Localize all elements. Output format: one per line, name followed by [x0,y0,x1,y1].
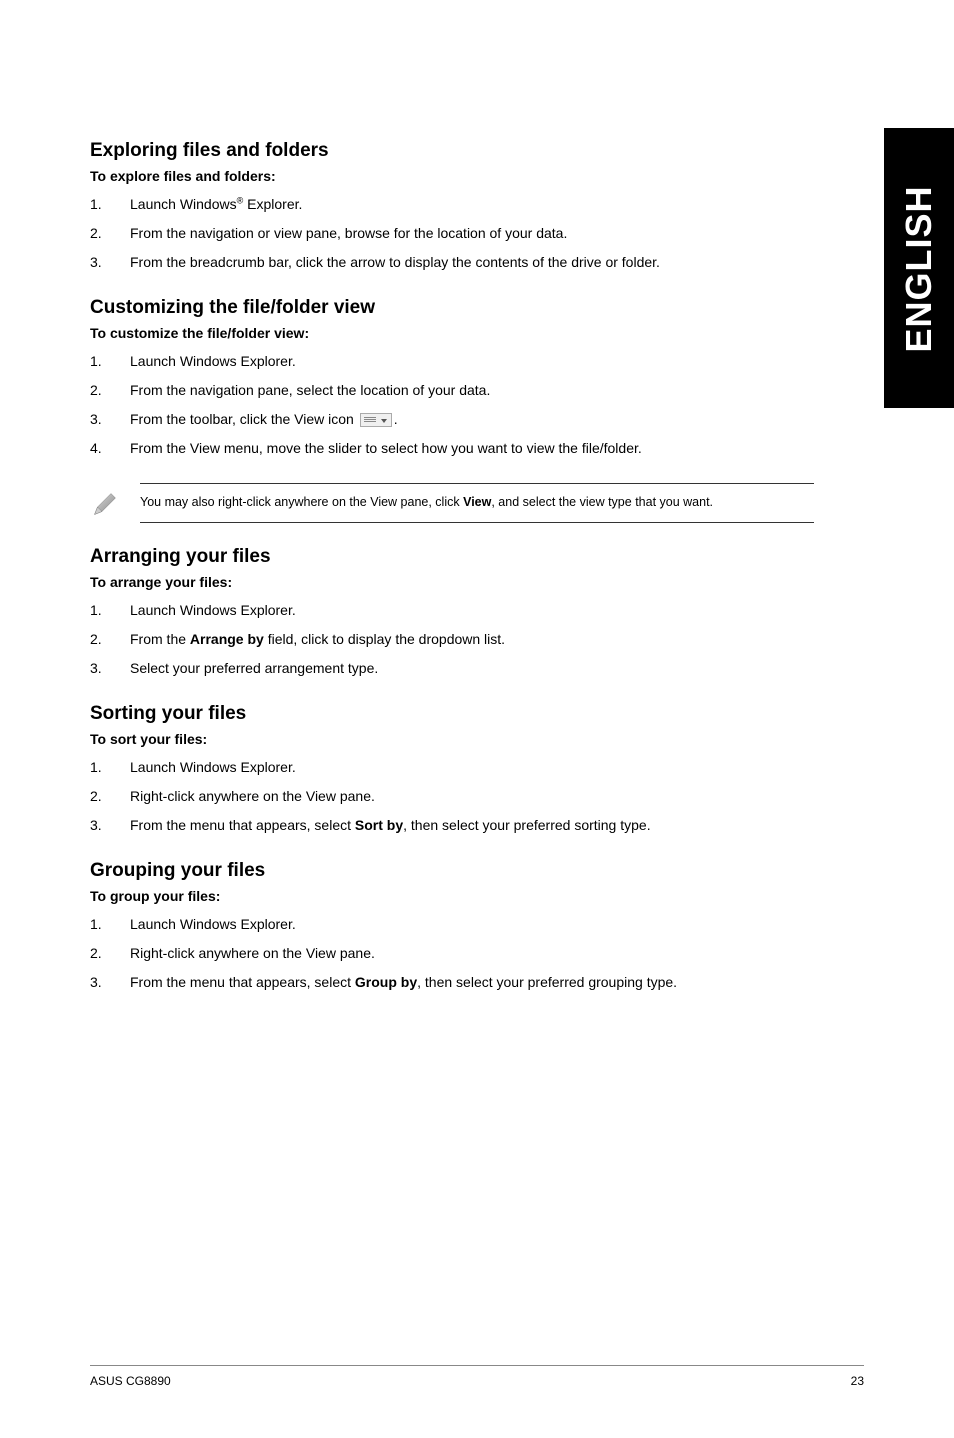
item-number: 1. [90,600,130,621]
item-text: From the Arrange by field, click to disp… [130,629,814,650]
heading-customizing: Customizing the file/folder view [90,297,814,319]
subheading-sorting: To sort your files: [90,731,814,747]
list-item: 3.From the breadcrumb bar, click the arr… [90,252,814,273]
heading-sorting: Sorting your files [90,703,814,725]
item-text: From the menu that appears, select Group… [130,972,814,993]
list-exploring: 1.Launch Windows® Explorer.2.From the na… [90,194,814,273]
item-text: From the navigation pane, select the loc… [130,380,814,401]
section-exploring: Exploring files and folders To explore f… [90,140,814,273]
item-number: 3. [90,972,130,993]
item-number: 4. [90,438,130,459]
list-customizing: 1.Launch Windows Explorer.2.From the nav… [90,351,814,459]
subheading-exploring: To explore files and folders: [90,168,814,184]
list-arranging: 1.Launch Windows Explorer.2.From the Arr… [90,600,814,679]
item-number: 3. [90,252,130,273]
language-tab: ENGLISH [884,128,954,408]
section-customizing: Customizing the file/folder view To cust… [90,297,814,459]
item-number: 3. [90,815,130,836]
list-item: 1.Launch Windows Explorer. [90,757,814,778]
heading-arranging: Arranging your files [90,546,814,568]
item-text: From the toolbar, click the View icon . [130,409,814,430]
note-text: You may also right-click anywhere on the… [140,483,814,523]
subheading-customizing: To customize the file/folder view: [90,325,814,341]
pencil-icon [90,483,140,524]
list-item: 1.Launch Windows® Explorer. [90,194,814,215]
list-item: 2.Right-click anywhere on the View pane. [90,943,814,964]
view-dropdown-icon [360,413,392,427]
list-item: 1.Launch Windows Explorer. [90,351,814,372]
item-number: 1. [90,194,130,215]
list-grouping: 1.Launch Windows Explorer.2.Right-click … [90,914,814,993]
item-text: From the View menu, move the slider to s… [130,438,814,459]
section-sorting: Sorting your files To sort your files: 1… [90,703,814,836]
section-grouping: Grouping your files To group your files:… [90,860,814,993]
list-item: 4.From the View menu, move the slider to… [90,438,814,459]
section-arranging: Arranging your files To arrange your fil… [90,546,814,679]
subheading-grouping: To group your files: [90,888,814,904]
item-number: 2. [90,786,130,807]
list-sorting: 1.Launch Windows Explorer.2.Right-click … [90,757,814,836]
list-item: 1.Launch Windows Explorer. [90,600,814,621]
item-text: Launch Windows Explorer. [130,600,814,621]
item-text: Launch Windows Explorer. [130,351,814,372]
item-number: 3. [90,658,130,679]
list-item: 3.From the menu that appears, select Gro… [90,972,814,993]
heading-grouping: Grouping your files [90,860,814,882]
item-number: 1. [90,914,130,935]
item-text: Select your preferred arrangement type. [130,658,814,679]
item-number: 1. [90,757,130,778]
footer-model: ASUS CG8890 [90,1374,171,1388]
item-number: 2. [90,223,130,244]
note-box: You may also right-click anywhere on the… [90,483,814,524]
item-text: Launch Windows Explorer. [130,757,814,778]
language-tab-label: ENGLISH [898,184,940,354]
item-text: From the navigation or view pane, browse… [130,223,814,244]
list-item: 3.From the toolbar, click the View icon … [90,409,814,430]
subheading-arranging: To arrange your files: [90,574,814,590]
item-text: Launch Windows Explorer. [130,914,814,935]
item-text: Right-click anywhere on the View pane. [130,786,814,807]
item-text: Launch Windows® Explorer. [130,194,814,215]
item-number: 2. [90,380,130,401]
list-item: 1.Launch Windows Explorer. [90,914,814,935]
list-item: 3.From the menu that appears, select Sor… [90,815,814,836]
item-number: 3. [90,409,130,430]
heading-exploring: Exploring files and folders [90,140,814,162]
page-content: Exploring files and folders To explore f… [0,0,954,993]
item-number: 1. [90,351,130,372]
item-number: 2. [90,943,130,964]
list-item: 2.From the Arrange by field, click to di… [90,629,814,650]
list-item: 2.Right-click anywhere on the View pane. [90,786,814,807]
item-text: From the menu that appears, select Sort … [130,815,814,836]
footer-page-number: 23 [851,1374,864,1388]
list-item: 2.From the navigation or view pane, brow… [90,223,814,244]
list-item: 3.Select your preferred arrangement type… [90,658,814,679]
item-text: From the breadcrumb bar, click the arrow… [130,252,814,273]
item-number: 2. [90,629,130,650]
list-item: 2.From the navigation pane, select the l… [90,380,814,401]
item-text: Right-click anywhere on the View pane. [130,943,814,964]
page-footer: ASUS CG8890 23 [90,1365,864,1388]
